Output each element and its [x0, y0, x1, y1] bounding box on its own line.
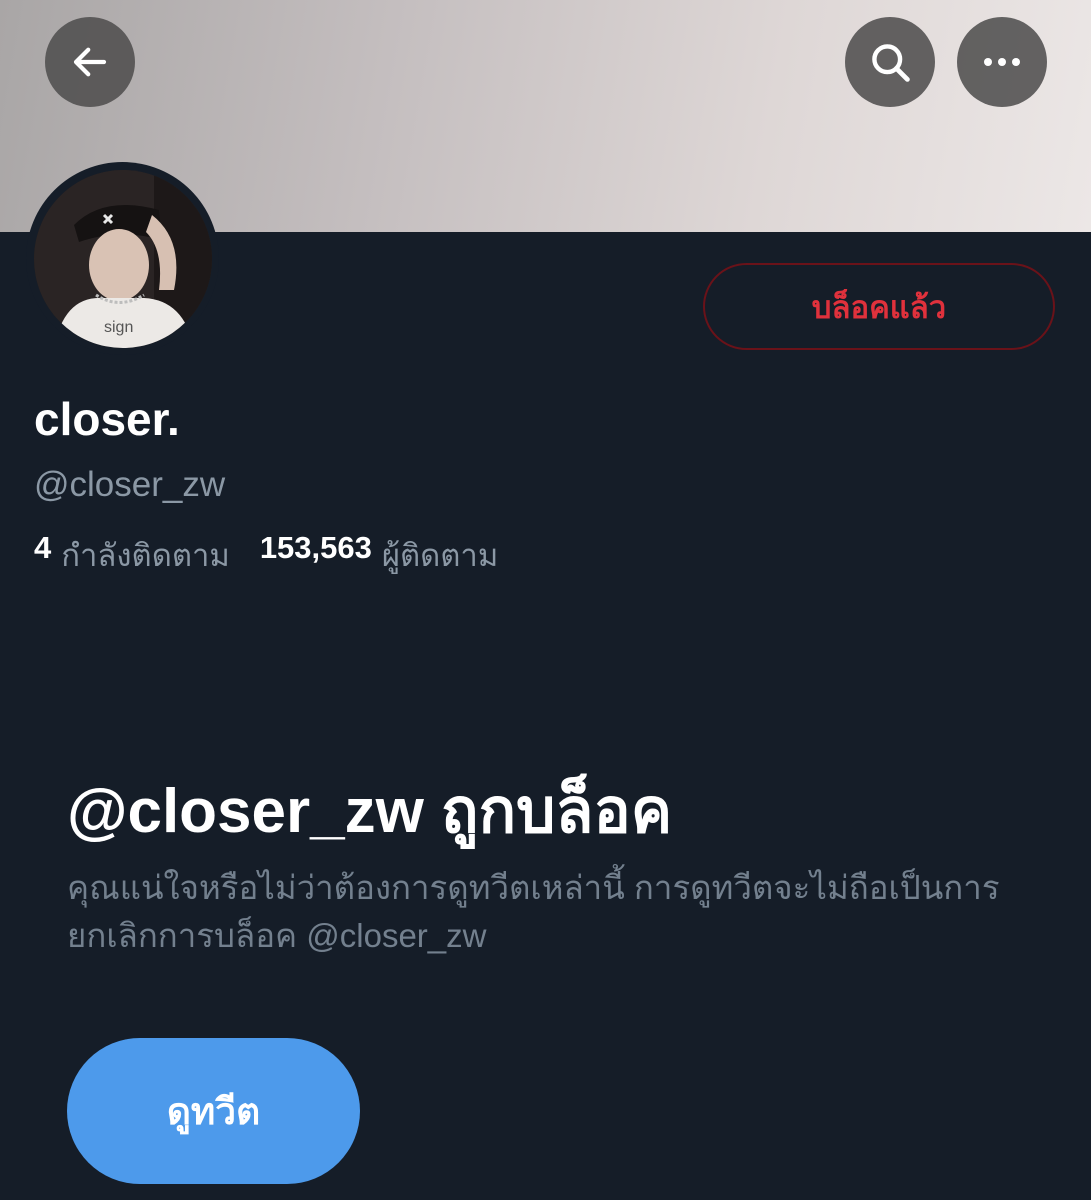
blocked-notice-description: คุณแน่ใจหรือไม่ว่าต้องการดูทวีตเหล่านี้ …: [67, 869, 1000, 954]
following-label: กำลังติดตาม: [61, 538, 230, 573]
followers-label: ผู้ติดตาม: [381, 538, 499, 573]
more-horizontal-icon: [980, 54, 1024, 70]
followers-count: 153,563: [259, 530, 372, 565]
svg-text:sign: sign: [104, 319, 133, 336]
view-tweets-button[interactable]: ดูทวีต: [67, 1038, 360, 1184]
avatar[interactable]: sign: [33, 169, 212, 348]
following-count: 4: [34, 530, 52, 565]
avatar-photo-icon: sign: [33, 169, 212, 348]
search-icon: [868, 40, 912, 84]
more-button[interactable]: [957, 17, 1047, 107]
arrow-left-icon: [69, 41, 111, 83]
avatar-frame: sign: [26, 162, 219, 355]
blocked-button[interactable]: บล็อคแล้ว: [703, 263, 1055, 350]
follow-stats: 4 กำลังติดตาม 153,563 ผู้ติดตาม: [34, 530, 498, 580]
following-stat[interactable]: 4 กำลังติดตาม: [34, 530, 230, 580]
display-name: closer.: [34, 393, 180, 445]
back-button[interactable]: [45, 17, 135, 107]
followers-stat[interactable]: 153,563 ผู้ติดตาม: [260, 530, 498, 580]
user-handle: @closer_zw: [34, 465, 226, 504]
blocked-notice-title: @closer_zw ถูกบล็อค: [67, 777, 673, 846]
search-button[interactable]: [845, 17, 935, 107]
